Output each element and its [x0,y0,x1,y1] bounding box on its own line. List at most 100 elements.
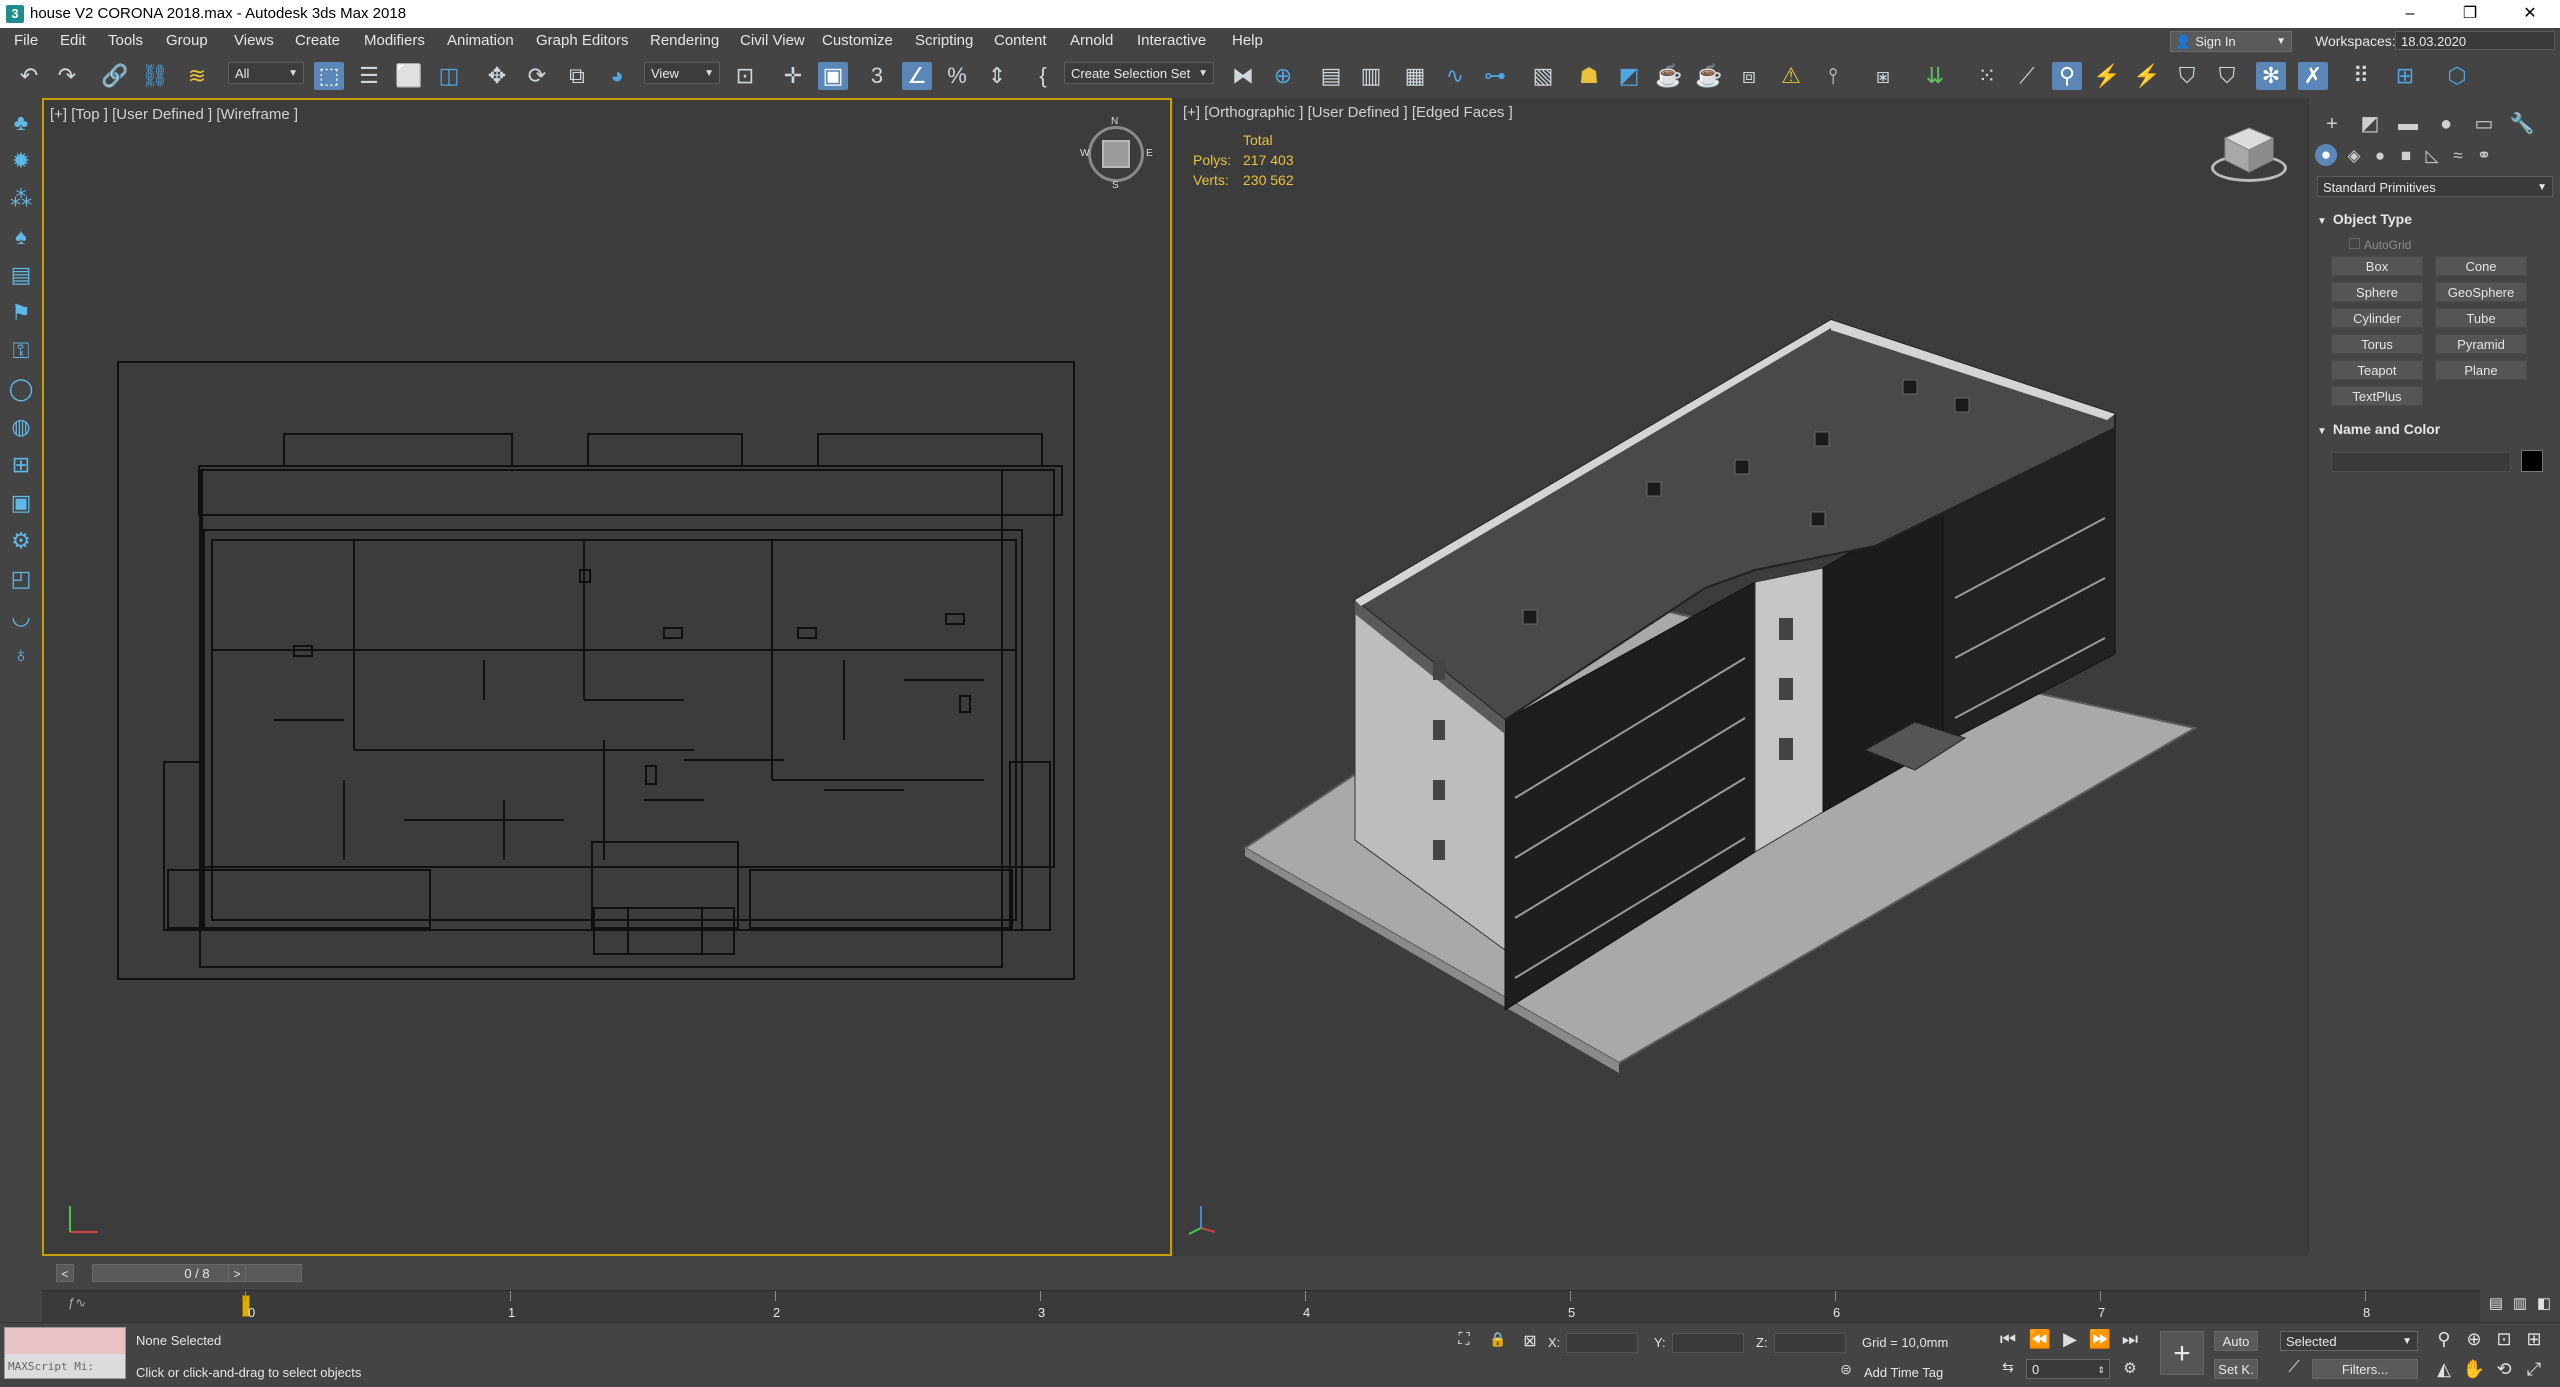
plane-button[interactable]: Plane [2435,360,2527,380]
tube-button[interactable]: Tube [2435,308,2527,328]
menu-customize[interactable]: Customize [822,32,893,49]
plant-icon[interactable]: ♠ [6,222,36,252]
viewport-orthographic[interactable]: [+] [Orthographic ] [User Defined ] [Edg… [1174,98,2308,1256]
add-time-tag[interactable]: Add Time Tag [1864,1365,1943,1380]
rectangular-selection-icon[interactable]: ⬜ [394,62,424,90]
x-coord-field[interactable] [1566,1333,1638,1353]
render-production-icon[interactable]: ☕ [1654,62,1684,90]
workspaces-dropdown[interactable]: 18.03.2020 [2395,31,2555,50]
lock-icon[interactable]: 🔒 [1486,1331,1510,1348]
orbit-icon[interactable]: ⟲ [2492,1359,2516,1380]
select-by-name-icon[interactable]: ☰ [354,62,384,90]
move-icon[interactable]: ✥ [482,62,512,90]
circle-icon[interactable]: ◯ [6,374,36,404]
shapes-icon[interactable]: ◈ [2341,144,2367,168]
toggle-layer-explorer-icon[interactable]: ▥ [1356,62,1386,90]
time-slider-handle[interactable]: 0 / 8 [92,1264,302,1282]
teapot-button[interactable]: Teapot [2331,360,2423,380]
menu-animation[interactable]: Animation [447,32,514,49]
keyboard-shortcut-icon[interactable]: ▣ [818,62,848,90]
y-coord-field[interactable] [1672,1333,1744,1353]
object-type-rollout[interactable]: ▼ Object Type [2317,208,2553,230]
light-icon[interactable]: ✹ [6,146,36,176]
angle-snap-icon[interactable]: ∠ [902,62,932,90]
snaps-toggle-icon[interactable]: 3 [862,62,892,90]
viewcube-top[interactable]: N S W E [1080,116,1153,191]
viewport-top[interactable]: [+] [Top ] [User Defined ] [Wireframe ] [42,98,1172,1256]
render-in-cloud-icon[interactable]: ⧈ [1734,62,1764,90]
utilities-tab-icon[interactable]: 🔧 [2507,110,2537,138]
rendered-frame-window-icon[interactable]: ◩ [1614,62,1644,90]
menu-modifiers[interactable]: Modifiers [364,32,425,49]
render-setup-icon[interactable]: ☗ [1574,62,1604,90]
undo-icon[interactable]: ↶ [14,62,44,90]
key-icon[interactable]: ⚿ [6,336,36,366]
sphere-icon[interactable]: ◍ [6,412,36,442]
window-crossing-icon[interactable]: ◫ [434,62,464,90]
zoom-extents-all-icon[interactable]: ⊞ [2522,1329,2546,1350]
select-object-icon[interactable]: ⬚ [314,62,344,90]
arnold-icon[interactable]: ⫯ [1818,62,1848,90]
toggle-scene-explorer-icon[interactable]: ▤ [1316,62,1346,90]
corona-light-icon[interactable]: ⚡ [2092,62,2122,90]
menu-edit[interactable]: Edit [60,32,86,49]
grid-icon[interactable]: ⊞ [6,450,36,480]
textplus-button[interactable]: TextPlus [2331,386,2423,406]
corona-converter-icon[interactable]: ✗ [2298,62,2328,90]
time-config-icon[interactable]: ⚙ [2118,1359,2142,1377]
menu-views[interactable]: Views [234,32,274,49]
next-frame-icon[interactable]: ⏩ [2088,1329,2112,1350]
unlink-icon[interactable]: ⛓ [140,62,170,90]
zoom-extents-icon[interactable]: ⊡ [2492,1329,2516,1350]
time-tag-icon[interactable]: ⊜ [1834,1361,1858,1378]
warning-icon[interactable]: ⚠ [1776,62,1806,90]
scatter-icon[interactable]: ⁂ [6,184,36,214]
place-icon[interactable]: ◕ [602,62,632,90]
reference-coord-dropdown[interactable]: View ▼ [644,62,720,84]
sphere-button[interactable]: Sphere [2331,282,2423,302]
key-mode-icon[interactable]: ⇆ [1996,1359,2020,1376]
corona-material-icon[interactable]: ⛉ [2172,62,2202,90]
corona-snap-icon[interactable]: ⚲ [2052,62,2082,90]
align-icon[interactable]: ⊕ [1268,62,1298,90]
bind-space-warp-icon[interactable]: ≋ [182,62,212,90]
play-icon[interactable]: ▶ [2058,1329,2082,1350]
field-of-view-icon[interactable]: ◭ [2432,1359,2456,1380]
autogrid-checkbox[interactable]: AutoGrid [2349,238,2411,252]
go-to-start-icon[interactable]: ⏮ [1996,1329,2020,1350]
key-selection-dropdown[interactable]: Selected ▼ [2280,1331,2418,1351]
render-iterative-icon[interactable]: ☕ [1694,62,1724,90]
geometry-icon[interactable]: ● [2315,144,2337,166]
cylinder-button[interactable]: Cylinder [2331,308,2423,328]
helpers-icon[interactable]: ◺ [2419,144,2445,168]
systems-icon[interactable]: ⚭ [2471,144,2497,168]
open-minicurve-icon[interactable]: ▥ [2508,1294,2532,1312]
redo-icon[interactable]: ↷ [52,62,82,90]
modify-tab-icon[interactable]: ◩ [2355,110,2385,138]
corona-interactive-icon[interactable]: ⬡ [2442,62,2472,90]
menu-scripting[interactable]: Scripting [915,32,973,49]
maxscript-listener[interactable]: MAXScript Mi: [4,1327,126,1379]
current-frame-field[interactable]: 0 ⇕ [2026,1359,2110,1379]
menu-rendering[interactable]: Rendering [650,32,719,49]
track-settings-icon[interactable]: ◧ [2532,1294,2556,1312]
zoom-all-icon[interactable]: ⊕ [2462,1329,2486,1350]
percent-snap-icon[interactable]: % [942,62,972,90]
flag-icon[interactable]: ⚑ [6,298,36,328]
lights-icon[interactable]: ● [2367,144,2393,168]
geosphere-button[interactable]: GeoSphere [2435,282,2527,302]
time-prev-button[interactable]: < [56,1264,74,1282]
pyramid-button[interactable]: Pyramid [2435,334,2527,354]
material-editor-icon[interactable]: ▧ [1528,62,1558,90]
restore-button[interactable]: ❐ [2440,0,2500,28]
cameras-icon[interactable]: ■ [2393,144,2419,168]
corona-scatter-icon[interactable]: ⊞ [2390,62,2420,90]
menu-create[interactable]: Create [295,32,340,49]
menu-file[interactable]: File [14,32,38,49]
tree-icon[interactable]: ♣ [6,108,36,138]
object-color-swatch[interactable] [2521,450,2543,472]
gear-icon[interactable]: ⚙ [6,526,36,556]
maxscript-output[interactable] [5,1328,125,1354]
rotate-icon[interactable]: ⟳ [522,62,552,90]
box-icon[interactable]: ◰ [6,564,36,594]
